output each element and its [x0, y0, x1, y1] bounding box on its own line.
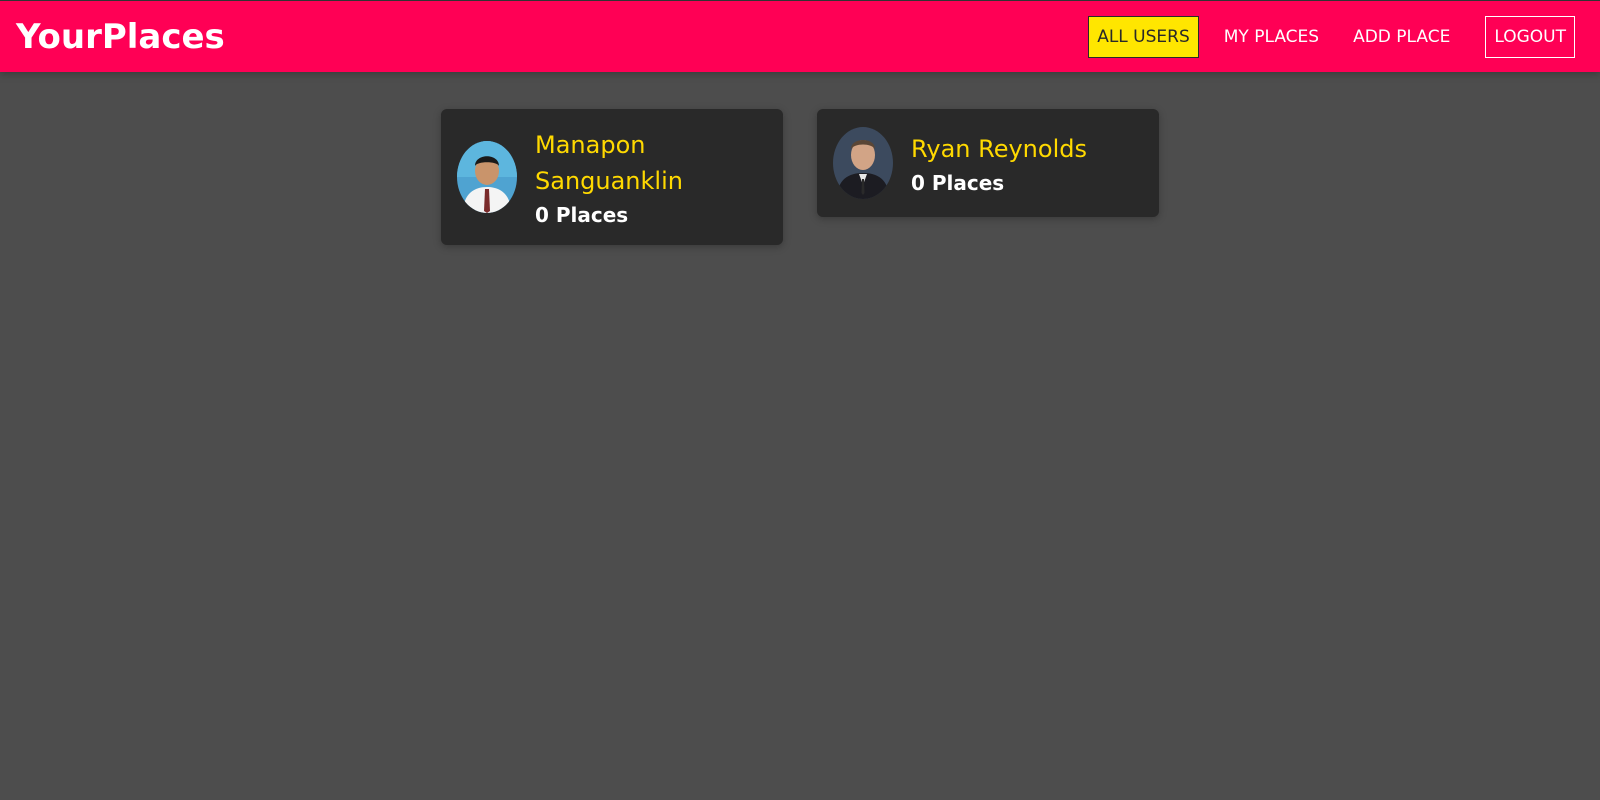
user-place-count: 0 Places [911, 171, 1005, 195]
user-name: Ryan Reynolds [911, 135, 1087, 163]
nav-add-place[interactable]: ADD PLACE [1344, 16, 1459, 58]
logout-button[interactable]: LOGOUT [1485, 15, 1575, 58]
main-header: YourPlaces ALL USERS MY PLACES ADD PLACE… [0, 0, 1600, 72]
user-place-count: 0 Places [535, 203, 629, 227]
user-name: Manapon Sanguanklin [535, 131, 683, 195]
user-card[interactable]: Manapon Sanguanklin 0 Places [441, 109, 783, 245]
nav-my-places[interactable]: MY PLACES [1215, 16, 1328, 58]
user-card[interactable]: Ryan Reynolds 0 Places [817, 109, 1159, 217]
brand-title[interactable]: YourPlaces [16, 17, 225, 57]
avatar [457, 141, 517, 213]
avatar [833, 127, 893, 199]
user-info: Manapon Sanguanklin 0 Places [535, 127, 767, 227]
nav-all-users[interactable]: ALL USERS [1088, 15, 1199, 58]
main-nav: ALL USERS MY PLACES ADD PLACE LOGOUT [1088, 15, 1575, 58]
users-list: Manapon Sanguanklin 0 Places Ryan Reynol… [0, 109, 1600, 245]
user-info: Ryan Reynolds 0 Places [911, 131, 1087, 195]
user-photo-icon [833, 127, 893, 199]
user-photo-icon [457, 141, 517, 213]
